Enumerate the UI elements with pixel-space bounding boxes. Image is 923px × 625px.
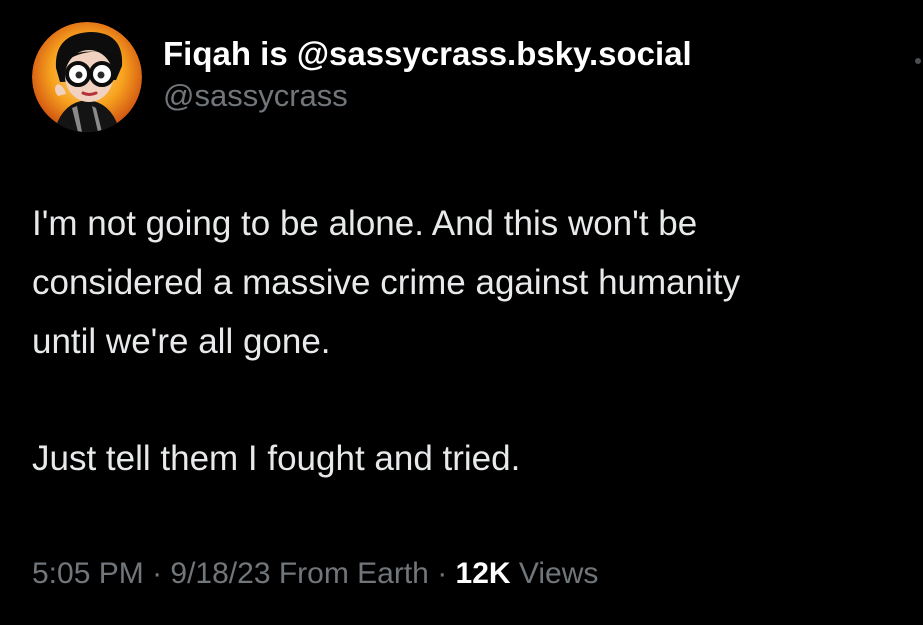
views-count[interactable]: 12K <box>456 557 511 590</box>
display-name[interactable]: Fiqah is @sassycrass.bsky.social <box>163 32 692 76</box>
post-line: I'm not going to be alone. And this won'… <box>32 204 698 243</box>
avatar[interactable] <box>32 22 142 132</box>
post-date[interactable]: 9/18/23 <box>170 557 270 590</box>
edna-mode-avatar-icon <box>32 22 142 132</box>
post-location: From Earth <box>270 557 429 590</box>
meta-separator: · <box>428 557 456 590</box>
post-closing-line: Just tell them I fought and tried. <box>32 439 521 478</box>
views-label: Views <box>510 557 599 590</box>
user-handle[interactable]: @sassycrass <box>163 76 692 116</box>
meta-separator: · <box>143 557 171 590</box>
post-line: considered a massive crime against human… <box>32 263 741 302</box>
post-line: until we're all gone. <box>32 322 331 361</box>
author-info: Fiqah is @sassycrass.bsky.social @sassyc… <box>163 32 692 116</box>
post-metadata: 5:05 PM · 9/18/23 From Earth · 12K Views <box>32 552 598 596</box>
scroll-indicator <box>915 58 921 64</box>
tweet-card: Fiqah is @sassycrass.bsky.social @sassyc… <box>0 0 923 625</box>
post-body: I'm not going to be alone. And this won'… <box>32 194 902 488</box>
post-time[interactable]: 5:05 PM <box>32 557 144 590</box>
